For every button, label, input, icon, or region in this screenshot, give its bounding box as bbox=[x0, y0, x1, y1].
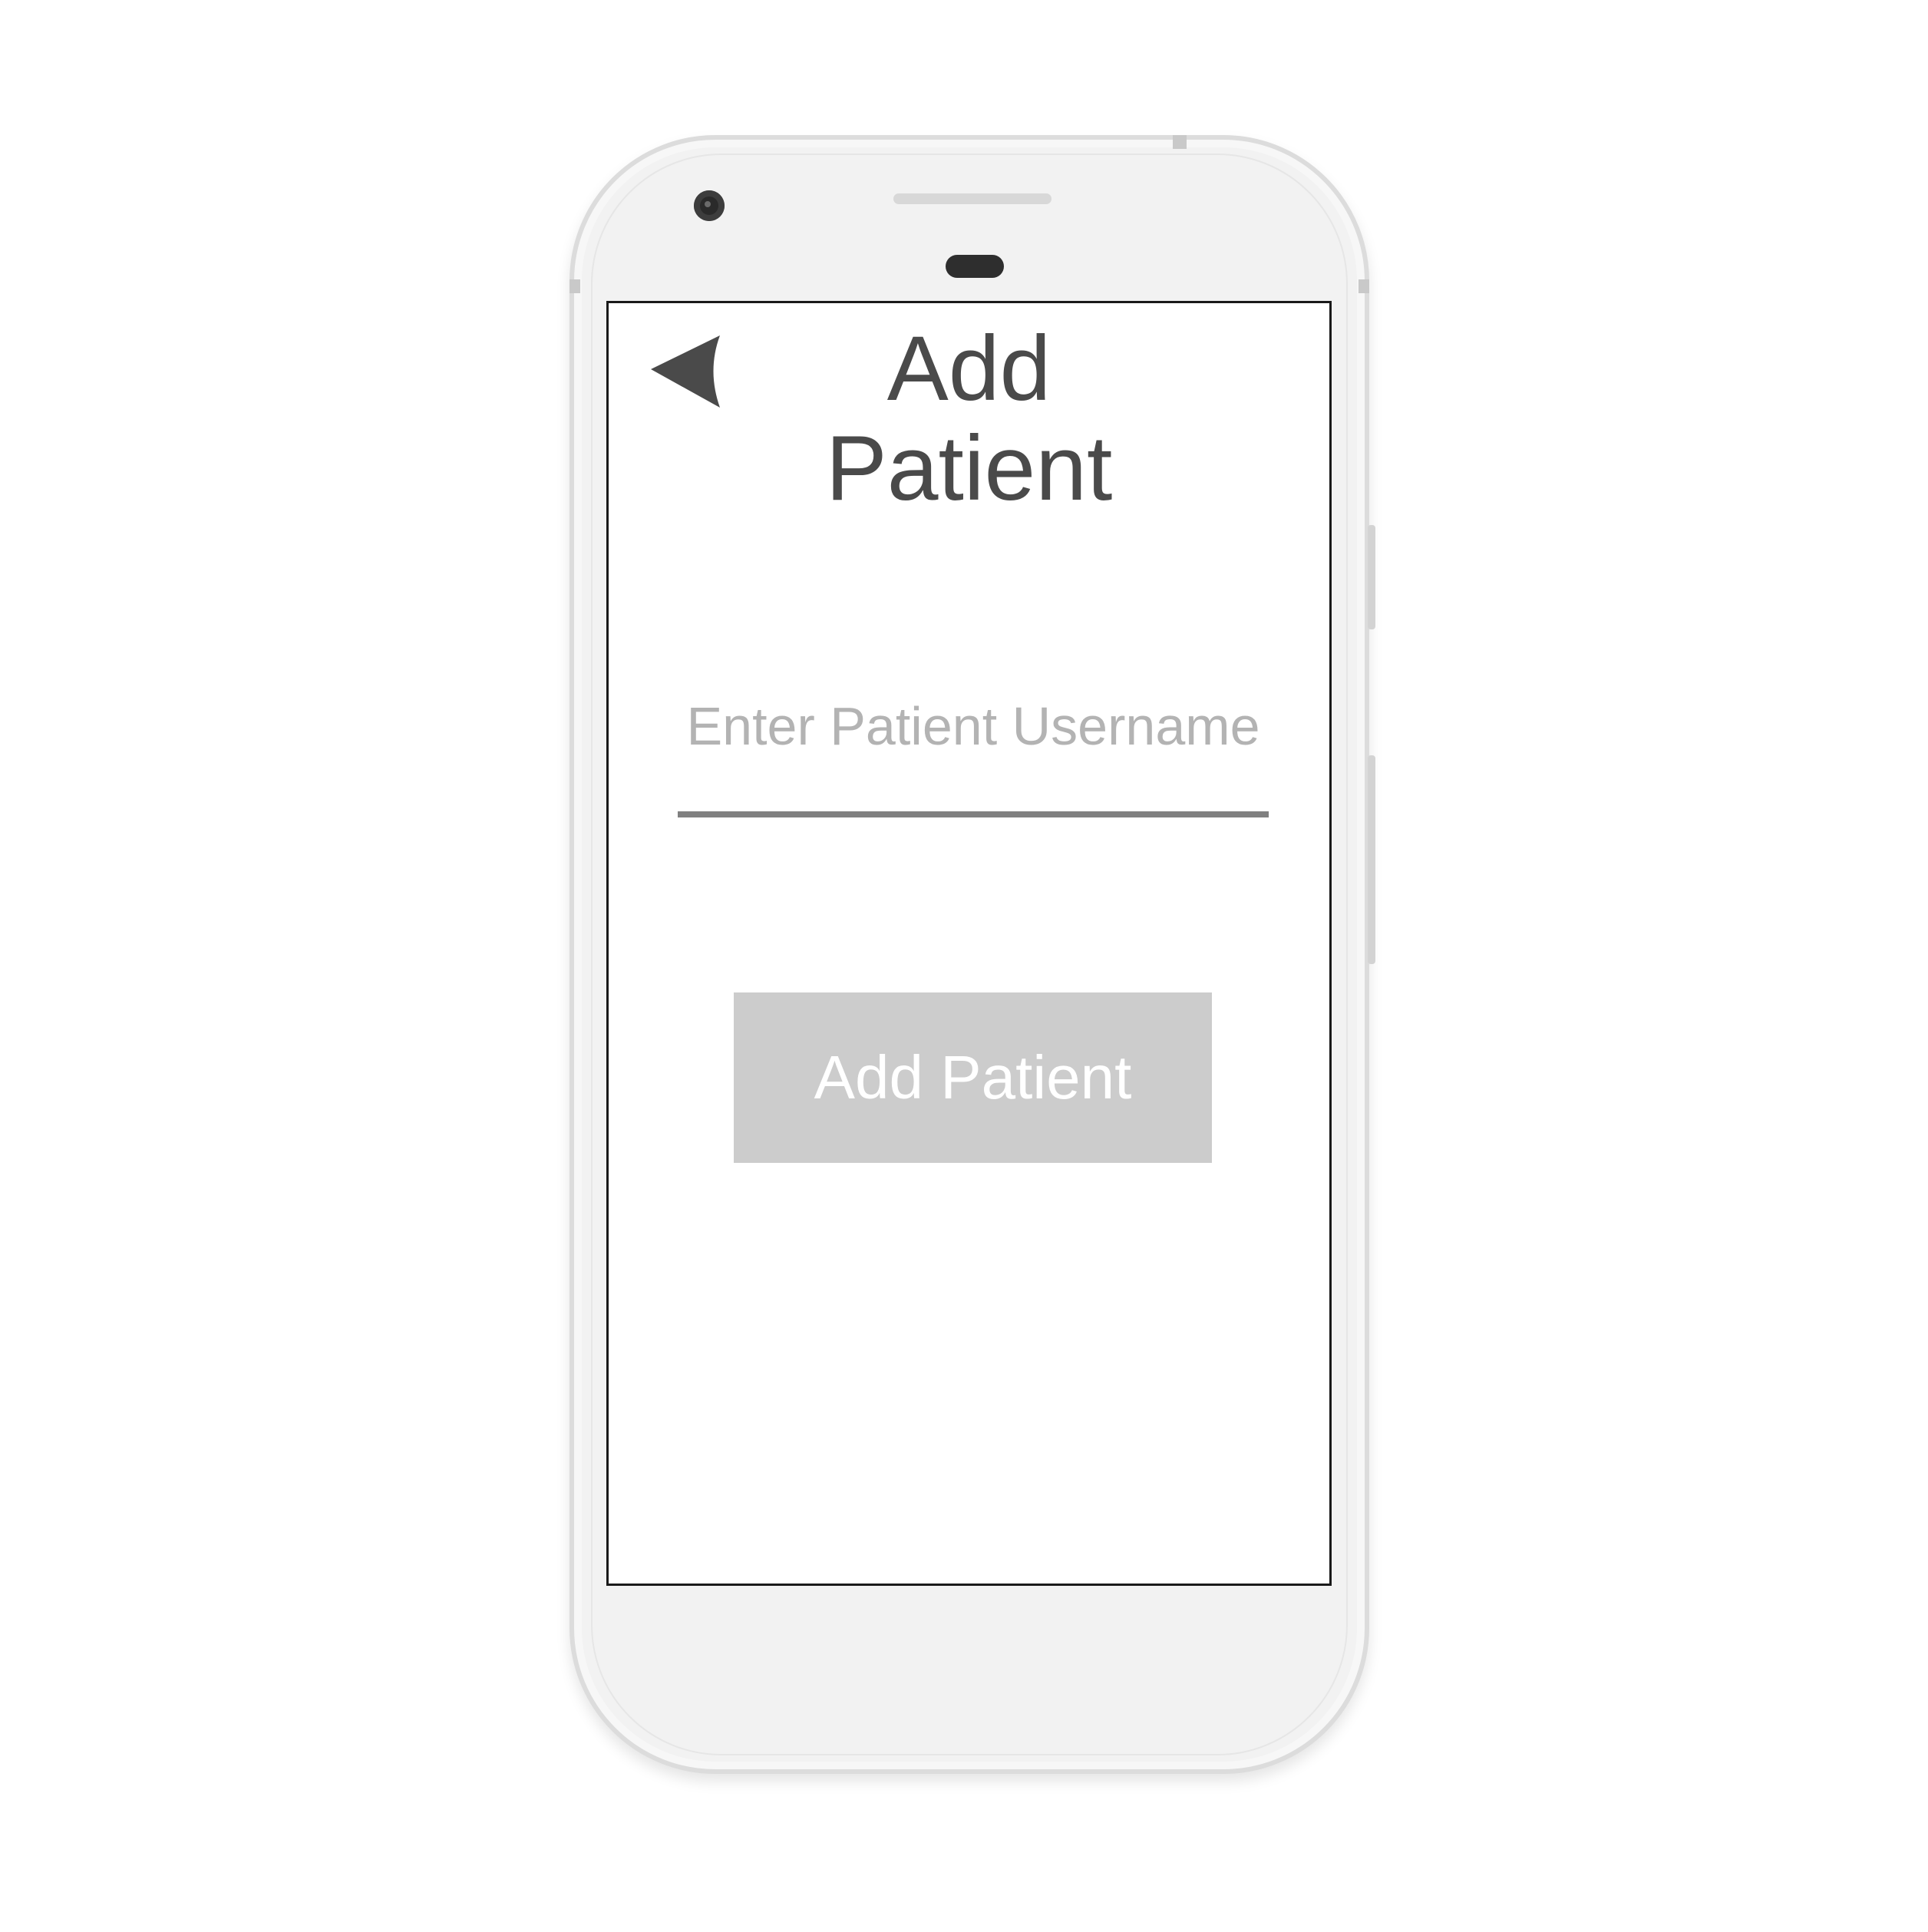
earpiece-speaker bbox=[893, 193, 1051, 204]
antenna-band-top bbox=[1173, 135, 1187, 149]
volume-button[interactable] bbox=[1368, 755, 1375, 964]
add-patient-button[interactable]: Add Patient bbox=[734, 992, 1212, 1163]
proximity-sensor bbox=[946, 255, 1004, 278]
patient-username-input[interactable] bbox=[678, 695, 1269, 817]
antenna-band-left bbox=[569, 279, 580, 293]
page-title-line2: Patient bbox=[825, 417, 1113, 520]
page-title: Add Patient bbox=[609, 319, 1329, 518]
app-screen: Add Patient Add Patient bbox=[606, 301, 1332, 1586]
stage: Add Patient Add Patient bbox=[0, 0, 1928, 1932]
antenna-band-right bbox=[1359, 279, 1369, 293]
front-camera bbox=[694, 190, 725, 221]
page-title-line1: Add bbox=[886, 317, 1051, 420]
power-button[interactable] bbox=[1368, 525, 1375, 629]
